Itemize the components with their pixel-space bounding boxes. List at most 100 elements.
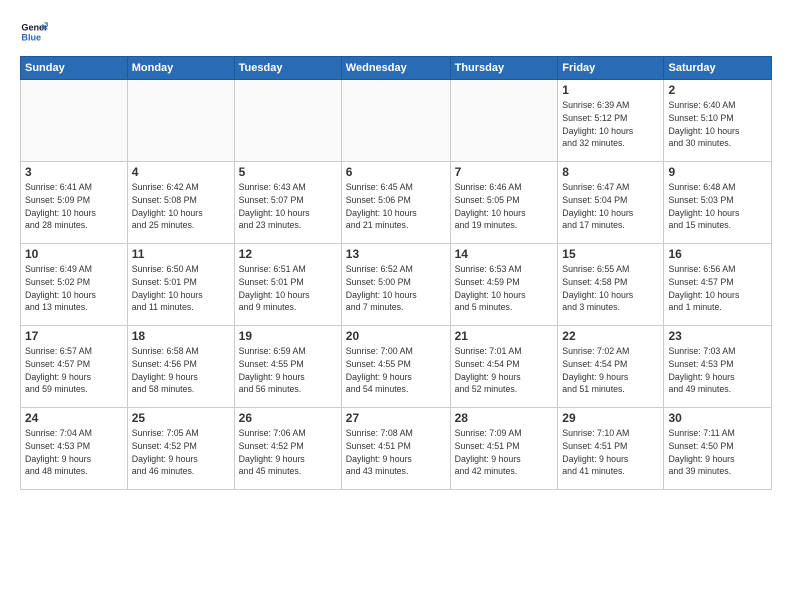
day-info: Sunrise: 7:10 AM Sunset: 4:51 PM Dayligh… [562,427,659,478]
day-info: Sunrise: 6:58 AM Sunset: 4:56 PM Dayligh… [132,345,230,396]
day-number: 21 [455,329,554,343]
day-cell-14: 14 Sunrise: 6:53 AM Sunset: 4:59 PM Dayli… [450,244,558,326]
day-number: 1 [562,83,659,97]
day-cell-20: 20 Sunrise: 7:00 AM Sunset: 4:55 PM Dayli… [341,326,450,408]
day-info: Sunrise: 6:47 AM Sunset: 5:04 PM Dayligh… [562,181,659,232]
weekday-thursday: Thursday [450,57,558,80]
day-number: 2 [668,83,767,97]
weekday-saturday: Saturday [664,57,772,80]
day-number: 9 [668,165,767,179]
day-info: Sunrise: 6:48 AM Sunset: 5:03 PM Dayligh… [668,181,767,232]
week-row-0: 1 Sunrise: 6:39 AM Sunset: 5:12 PM Daylig… [21,80,772,162]
day-number: 20 [346,329,446,343]
day-cell-28: 28 Sunrise: 7:09 AM Sunset: 4:51 PM Dayli… [450,408,558,490]
day-cell-22: 22Sunrise: 7:02 AM Sunset: 4:54 PM Dayli… [558,326,664,408]
day-number: 19 [239,329,337,343]
day-cell-7: 7Sunrise: 6:46 AM Sunset: 5:05 PM Daylig… [450,162,558,244]
day-number: 23 [668,329,767,343]
logo: General Blue [20,18,48,46]
day-info: Sunrise: 6:46 AM Sunset: 5:05 PM Dayligh… [455,181,554,232]
day-info: Sunrise: 6:42 AM Sunset: 5:08 PM Dayligh… [132,181,230,232]
weekday-friday: Friday [558,57,664,80]
day-cell-3: 3 Sunrise: 6:41 AM Sunset: 5:09 PM Daylig… [21,162,128,244]
day-info: Sunrise: 6:51 AM Sunset: 5:01 PM Dayligh… [239,263,337,314]
day-number: 29 [562,411,659,425]
weekday-tuesday: Tuesday [234,57,341,80]
day-info: Sunrise: 7:06 AM Sunset: 4:52 PM Dayligh… [239,427,337,478]
day-number: 22 [562,329,659,343]
day-cell-15: 15 Sunrise: 6:55 AM Sunset: 4:58 PM Dayli… [558,244,664,326]
day-cell-16: 16 Sunrise: 6:56 AM Sunset: 4:57 PM Dayli… [664,244,772,326]
day-info: Sunrise: 6:52 AM Sunset: 5:00 PM Dayligh… [346,263,446,314]
svg-text:Blue: Blue [21,32,41,42]
day-number: 8 [562,165,659,179]
week-row-3: 17Sunrise: 6:57 AM Sunset: 4:57 PM Dayli… [21,326,772,408]
day-cell-9: 9 Sunrise: 6:48 AM Sunset: 5:03 PM Daylig… [664,162,772,244]
week-row-1: 3 Sunrise: 6:41 AM Sunset: 5:09 PM Daylig… [21,162,772,244]
day-cell-2: 2 Sunrise: 6:40 AM Sunset: 5:10 PM Daylig… [664,80,772,162]
day-number: 24 [25,411,123,425]
header: General Blue [20,18,772,46]
day-number: 13 [346,247,446,261]
day-number: 16 [668,247,767,261]
weekday-header-row: SundayMondayTuesdayWednesdayThursdayFrid… [21,57,772,80]
day-cell-13: 13 Sunrise: 6:52 AM Sunset: 5:00 PM Dayli… [341,244,450,326]
calendar-table: SundayMondayTuesdayWednesdayThursdayFrid… [20,56,772,490]
day-number: 3 [25,165,123,179]
day-cell-10: 10Sunrise: 6:49 AM Sunset: 5:02 PM Dayli… [21,244,128,326]
day-info: Sunrise: 6:39 AM Sunset: 5:12 PM Dayligh… [562,99,659,150]
empty-cell [341,80,450,162]
week-row-2: 10Sunrise: 6:49 AM Sunset: 5:02 PM Dayli… [21,244,772,326]
day-number: 14 [455,247,554,261]
day-info: Sunrise: 6:43 AM Sunset: 5:07 PM Dayligh… [239,181,337,232]
day-info: Sunrise: 7:00 AM Sunset: 4:55 PM Dayligh… [346,345,446,396]
day-cell-19: 19 Sunrise: 6:59 AM Sunset: 4:55 PM Dayli… [234,326,341,408]
day-cell-12: 12 Sunrise: 6:51 AM Sunset: 5:01 PM Dayli… [234,244,341,326]
day-cell-30: 30 Sunrise: 7:11 AM Sunset: 4:50 PM Dayli… [664,408,772,490]
logo-icon: General Blue [20,18,48,46]
page: General Blue SundayMondayTuesdayWednesda… [0,0,792,612]
day-info: Sunrise: 6:55 AM Sunset: 4:58 PM Dayligh… [562,263,659,314]
day-info: Sunrise: 7:09 AM Sunset: 4:51 PM Dayligh… [455,427,554,478]
day-info: Sunrise: 6:40 AM Sunset: 5:10 PM Dayligh… [668,99,767,150]
day-cell-1: 1 Sunrise: 6:39 AM Sunset: 5:12 PM Daylig… [558,80,664,162]
day-info: Sunrise: 6:56 AM Sunset: 4:57 PM Dayligh… [668,263,767,314]
weekday-wednesday: Wednesday [341,57,450,80]
day-number: 28 [455,411,554,425]
weekday-sunday: Sunday [21,57,128,80]
day-cell-6: 6 Sunrise: 6:45 AM Sunset: 5:06 PM Daylig… [341,162,450,244]
day-cell-27: 27 Sunrise: 7:08 AM Sunset: 4:51 PM Dayli… [341,408,450,490]
day-cell-11: 11 Sunrise: 6:50 AM Sunset: 5:01 PM Dayli… [127,244,234,326]
day-cell-5: 5 Sunrise: 6:43 AM Sunset: 5:07 PM Daylig… [234,162,341,244]
weekday-monday: Monday [127,57,234,80]
day-info: Sunrise: 7:08 AM Sunset: 4:51 PM Dayligh… [346,427,446,478]
day-cell-8: 8 Sunrise: 6:47 AM Sunset: 5:04 PM Daylig… [558,162,664,244]
day-cell-23: 23 Sunrise: 7:03 AM Sunset: 4:53 PM Dayli… [664,326,772,408]
day-number: 12 [239,247,337,261]
empty-cell [450,80,558,162]
day-info: Sunrise: 6:57 AM Sunset: 4:57 PM Dayligh… [25,345,123,396]
day-cell-17: 17Sunrise: 6:57 AM Sunset: 4:57 PM Dayli… [21,326,128,408]
day-number: 30 [668,411,767,425]
day-info: Sunrise: 6:59 AM Sunset: 4:55 PM Dayligh… [239,345,337,396]
day-number: 6 [346,165,446,179]
day-cell-4: 4Sunrise: 6:42 AM Sunset: 5:08 PM Daylig… [127,162,234,244]
day-info: Sunrise: 7:05 AM Sunset: 4:52 PM Dayligh… [132,427,230,478]
day-info: Sunrise: 7:11 AM Sunset: 4:50 PM Dayligh… [668,427,767,478]
day-cell-25: 25Sunrise: 7:05 AM Sunset: 4:52 PM Dayli… [127,408,234,490]
day-number: 27 [346,411,446,425]
day-number: 5 [239,165,337,179]
day-info: Sunrise: 6:50 AM Sunset: 5:01 PM Dayligh… [132,263,230,314]
day-info: Sunrise: 6:41 AM Sunset: 5:09 PM Dayligh… [25,181,123,232]
empty-cell [127,80,234,162]
day-cell-26: 26 Sunrise: 7:06 AM Sunset: 4:52 PM Dayli… [234,408,341,490]
day-info: Sunrise: 6:45 AM Sunset: 5:06 PM Dayligh… [346,181,446,232]
day-cell-21: 21Sunrise: 7:01 AM Sunset: 4:54 PM Dayli… [450,326,558,408]
day-number: 15 [562,247,659,261]
day-info: Sunrise: 7:03 AM Sunset: 4:53 PM Dayligh… [668,345,767,396]
day-info: Sunrise: 6:53 AM Sunset: 4:59 PM Dayligh… [455,263,554,314]
day-number: 26 [239,411,337,425]
day-cell-18: 18 Sunrise: 6:58 AM Sunset: 4:56 PM Dayli… [127,326,234,408]
day-number: 18 [132,329,230,343]
day-number: 11 [132,247,230,261]
